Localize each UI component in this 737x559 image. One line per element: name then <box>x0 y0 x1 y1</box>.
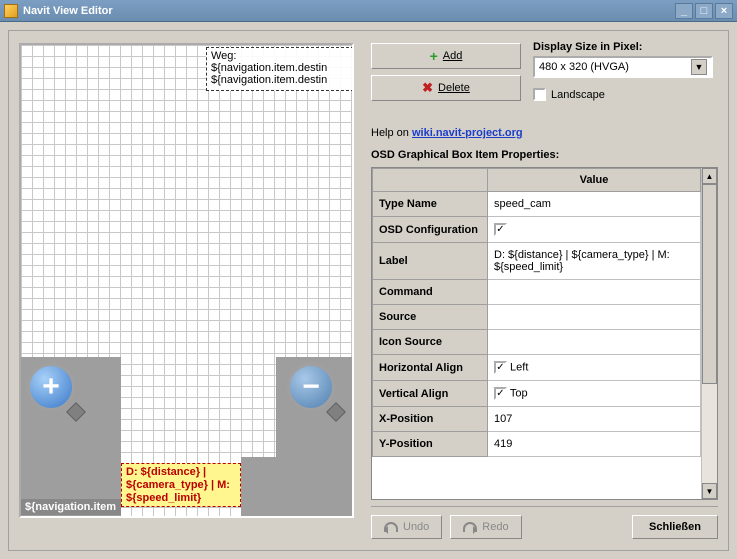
display-size-select[interactable]: 480 x 320 (HVGA) ▼ <box>533 56 713 78</box>
x-icon: ✖ <box>422 80 433 96</box>
property-label: OSD Configuration <box>373 217 488 243</box>
property-label: Source <box>373 305 488 330</box>
property-label: Command <box>373 280 488 305</box>
table-row: Source <box>373 305 701 330</box>
checkbox[interactable]: ✓ <box>494 361 507 374</box>
checkbox[interactable]: ✓ <box>494 223 507 236</box>
header-blank[interactable] <box>373 169 488 192</box>
table-row: X-Position107 <box>373 407 701 432</box>
scroll-thumb[interactable] <box>702 184 717 384</box>
properties-title: OSD Graphical Box Item Properties: <box>371 149 559 161</box>
table-row: Icon Source <box>373 330 701 355</box>
window-title: Navit View Editor <box>23 5 113 17</box>
property-value[interactable] <box>488 305 701 330</box>
scroll-down-button[interactable]: ▼ <box>702 483 717 499</box>
property-value[interactable]: ✓ <box>488 217 701 243</box>
canvas-editor[interactable]: Weg: ${navigation.item.destin ${navigati… <box>19 43 354 518</box>
title-bar: Navit View Editor _ □ × <box>0 0 737 22</box>
property-value[interactable]: speed_cam <box>488 192 701 217</box>
maximize-button[interactable]: □ <box>695 3 713 19</box>
zoom-in-icon[interactable]: + <box>27 363 75 411</box>
property-value[interactable]: 419 <box>488 432 701 457</box>
table-scrollbar[interactable]: ▲ ▼ <box>701 168 717 499</box>
property-label: Horizontal Align <box>373 355 488 381</box>
property-value[interactable]: 107 <box>488 407 701 432</box>
osd-nav-strip[interactable]: ${navigation.item <box>21 499 121 515</box>
undo-button[interactable]: Undo <box>371 515 442 539</box>
redo-button[interactable]: Redo <box>450 515 521 539</box>
property-label: X-Position <box>373 407 488 432</box>
delete-button[interactable]: ✖ Delete <box>371 75 521 101</box>
header-value[interactable]: Value <box>488 169 701 192</box>
osd-speed-cam-box[interactable]: D: ${distance} | ${camera_type} | M: ${s… <box>121 463 241 507</box>
close-window-button[interactable]: × <box>715 3 733 19</box>
table-row: Horizontal Align✓ Left <box>373 355 701 381</box>
plus-icon: + <box>430 48 438 64</box>
redo-icon <box>463 522 477 532</box>
table-row: OSD Configuration ✓ <box>373 217 701 243</box>
display-size-label: Display Size in Pixel: <box>533 41 718 53</box>
display-size-value: 480 x 320 (HVGA) <box>539 61 629 73</box>
close-button[interactable]: Schließen <box>632 515 718 539</box>
landscape-checkbox[interactable] <box>533 88 546 101</box>
table-row: Vertical Align✓ Top <box>373 381 701 407</box>
property-value[interactable]: ✓ Left <box>488 355 701 381</box>
add-button-label: Add <box>443 50 463 62</box>
table-row: Type Namespeed_cam <box>373 192 701 217</box>
property-value[interactable] <box>488 280 701 305</box>
property-value[interactable]: ✓ Top <box>488 381 701 407</box>
delete-button-label: Delete <box>438 82 470 94</box>
property-value[interactable] <box>488 330 701 355</box>
add-button[interactable]: + Add <box>371 43 521 69</box>
dropdown-arrow-icon[interactable]: ▼ <box>691 59 707 75</box>
table-row: Command <box>373 280 701 305</box>
table-row: LabelD: ${distance} | ${camera_type} | M… <box>373 243 701 280</box>
property-value[interactable]: D: ${distance} | ${camera_type} | M: ${s… <box>488 243 701 280</box>
landscape-label: Landscape <box>551 89 605 101</box>
property-label: Label <box>373 243 488 280</box>
property-label: Vertical Align <box>373 381 488 407</box>
property-label: Y-Position <box>373 432 488 457</box>
scroll-up-button[interactable]: ▲ <box>702 168 717 184</box>
checkbox[interactable]: ✓ <box>494 387 507 400</box>
properties-table: Value Type Namespeed_camOSD Configuratio… <box>371 167 718 500</box>
app-icon <box>4 4 18 18</box>
table-row: Y-Position419 <box>373 432 701 457</box>
zoom-out-icon[interactable]: − <box>287 363 335 411</box>
undo-icon <box>384 522 398 532</box>
help-link[interactable]: wiki.navit-project.org <box>412 127 523 139</box>
property-label: Type Name <box>373 192 488 217</box>
minimize-button[interactable]: _ <box>675 3 693 19</box>
help-text: Help on wiki.navit-project.org <box>371 127 523 139</box>
osd-text-box[interactable]: Weg: ${navigation.item.destin ${navigati… <box>206 47 354 91</box>
property-label: Icon Source <box>373 330 488 355</box>
osd-gray-box-bottom-right[interactable] <box>241 457 354 518</box>
